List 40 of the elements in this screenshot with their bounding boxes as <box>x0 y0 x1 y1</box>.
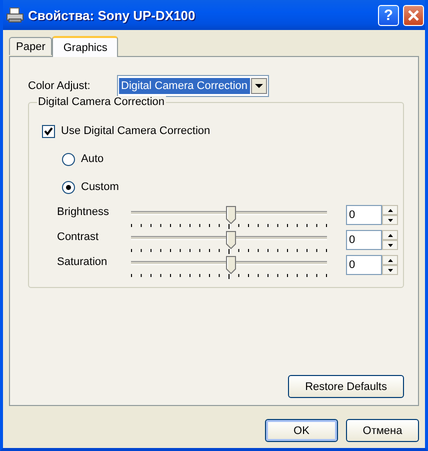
color-adjust-dropdown[interactable]: Digital Camera Correction <box>117 75 269 97</box>
spin-up-button[interactable] <box>382 255 398 265</box>
help-button[interactable]: ? <box>378 4 399 26</box>
down-arrow-icon <box>388 244 392 246</box>
number-field[interactable]: 0 <box>346 255 382 275</box>
slider-label: Contrast <box>57 230 100 243</box>
slider-thumb[interactable] <box>226 206 236 224</box>
number-field[interactable]: 0 <box>346 205 382 225</box>
slider-label: Saturation <box>57 255 108 268</box>
radio-label: Auto <box>81 153 104 165</box>
up-arrow-icon <box>388 234 392 236</box>
tab[interactable]: Paper <box>9 37 52 55</box>
spin-down-button[interactable] <box>382 240 398 250</box>
slider-thumb[interactable] <box>226 256 236 274</box>
close-icon <box>407 8 420 22</box>
close-button[interactable] <box>403 4 424 26</box>
up-arrow-icon <box>388 208 392 212</box>
tab[interactable]: Graphics <box>52 36 118 57</box>
spin-down-button[interactable] <box>382 265 398 275</box>
down-arrow-icon <box>388 268 392 272</box>
color-adjust-label: Color Adjust: <box>28 80 92 92</box>
radio-label: Custom <box>81 181 119 193</box>
down-arrow-icon <box>388 218 392 222</box>
slider-thumb[interactable] <box>226 231 236 249</box>
checkbox[interactable] <box>42 124 55 138</box>
restore-defaults-button[interactable]: Restore Defaults <box>288 375 404 398</box>
window-title: Свойства: Sony UP-DX100 <box>28 8 196 22</box>
printer-icon <box>6 7 24 23</box>
number-field[interactable]: 0 <box>346 230 382 250</box>
group-title: Digital Camera Correction <box>37 96 166 108</box>
dialog-button[interactable]: OK <box>265 419 338 442</box>
slider-label: Brightness <box>57 205 110 218</box>
dialog-button[interactable]: Отмена <box>346 419 419 442</box>
up-arrow-icon <box>388 258 392 262</box>
radio-button[interactable] <box>62 152 75 166</box>
spin-down-button[interactable] <box>382 215 398 225</box>
radio-button[interactable] <box>62 180 75 194</box>
spin-up-button[interactable] <box>382 230 398 240</box>
checkbox-label: Use Digital Camera Correction <box>61 125 210 137</box>
spin-up-button[interactable] <box>382 205 398 215</box>
